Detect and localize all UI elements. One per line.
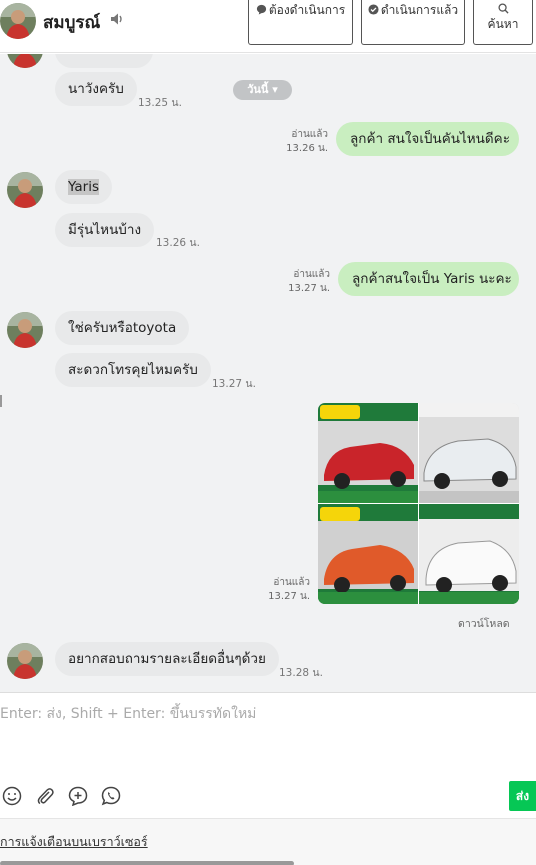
emoji-icon[interactable] xyxy=(2,786,22,806)
read-label: อ่านแล้ว xyxy=(293,269,330,280)
message-time: 13.27 น. xyxy=(288,283,330,294)
done-button-label: ดำเนินการแล้ว xyxy=(380,3,459,17)
message-time: 13.26 น. xyxy=(286,143,328,154)
date-label: วันนี้ xyxy=(247,83,269,96)
read-label: อ่านแล้ว xyxy=(273,577,310,588)
message-time: 13.27 น. xyxy=(268,591,310,602)
message-bubble-incoming[interactable]: มีรุ่นไหนบ้าง xyxy=(55,213,155,247)
message-status: อ่านแล้ว 13.26 น. xyxy=(280,128,328,156)
read-label: อ่านแล้ว xyxy=(291,129,328,140)
message-time: 13.27 น. xyxy=(212,378,256,390)
message-composer: Enter: ส่ง, Shift + Enter: ขึ้นบรรทัดใหม… xyxy=(0,692,536,818)
scroll-marker xyxy=(0,395,2,407)
message-status: อ่านแล้ว 13.27 น. xyxy=(266,576,310,604)
add-message-icon[interactable] xyxy=(68,786,88,806)
chat-area[interactable]: วันนี้ ▾ นาวังครับ 13.25 น. อ่านแล้ว 13.… xyxy=(0,54,536,692)
image-grid-message[interactable] xyxy=(318,403,519,604)
browser-notification-link[interactable]: การแจ้งเตือนบนเบราว์เซอร์ xyxy=(0,832,148,852)
message-status: อ่านแล้ว 13.27 น. xyxy=(282,268,330,296)
car-photos[interactable] xyxy=(318,403,519,604)
message-bubble-incoming[interactable]: สะดวกโทรคุยไหมครับ xyxy=(55,353,211,387)
contact-avatar[interactable] xyxy=(0,3,36,39)
todo-button[interactable]: ต้องดำเนินการ xyxy=(248,0,353,45)
message-bubble-incoming[interactable]: อยากสอบถามรายละเอียดอื่นๆด้วย xyxy=(55,642,279,676)
date-divider[interactable]: วันนี้ ▾ xyxy=(233,80,292,100)
contact-avatar[interactable] xyxy=(7,172,43,208)
call-icon[interactable] xyxy=(101,786,121,806)
search-button-label: ค้นหา xyxy=(487,17,519,31)
speaker-icon[interactable] xyxy=(110,12,124,26)
horizontal-scrollbar[interactable] xyxy=(0,861,294,865)
contact-avatar xyxy=(7,54,43,68)
contact-name[interactable]: สมบูรณ์ xyxy=(43,9,100,36)
message-bubble-incoming[interactable]: Yaris xyxy=(55,170,112,204)
message-bubble-outgoing[interactable]: ลูกค้า สนใจเป็นคันไหนดีคะ xyxy=(336,122,519,156)
todo-button-label: ต้องดำเนินการ xyxy=(268,3,346,17)
check-circle-icon xyxy=(368,4,379,15)
message-time: 13.26 น. xyxy=(156,237,200,249)
download-link[interactable]: ดาวน์โหลด xyxy=(458,615,510,632)
message-input[interactable]: Enter: ส่ง, Shift + Enter: ขึ้นบรรทัดใหม… xyxy=(0,703,256,725)
send-button[interactable]: ส่ง xyxy=(509,781,536,811)
contact-avatar[interactable] xyxy=(7,312,43,348)
message-bubble-incoming[interactable]: นาวังครับ xyxy=(55,72,137,106)
message-text: Yaris xyxy=(68,179,99,195)
footer-bar: การแจ้งเตือนบนเบราว์เซอร์ xyxy=(0,818,536,865)
search-icon xyxy=(497,3,509,14)
message-bubble-incoming[interactable] xyxy=(55,54,153,68)
search-button[interactable]: ค้นหา xyxy=(473,0,533,45)
message-time: 13.28 น. xyxy=(279,667,323,679)
contact-avatar[interactable] xyxy=(7,643,43,679)
message-time: 13.25 น. xyxy=(138,97,182,109)
message-bubble-incoming[interactable]: ใช่ครับหรือtoyota xyxy=(55,311,190,345)
done-button[interactable]: ดำเนินการแล้ว xyxy=(361,0,465,45)
chat-header: สมบูรณ์ ต้องดำเนินการ ดำเนินการแล้ว ค้นห… xyxy=(0,0,536,53)
message-bubble-outgoing[interactable]: ลูกค้าสนใจเป็น Yaris นะคะ xyxy=(338,262,519,296)
paperclip-icon[interactable] xyxy=(35,786,55,806)
chat-bubble-icon xyxy=(256,4,266,15)
